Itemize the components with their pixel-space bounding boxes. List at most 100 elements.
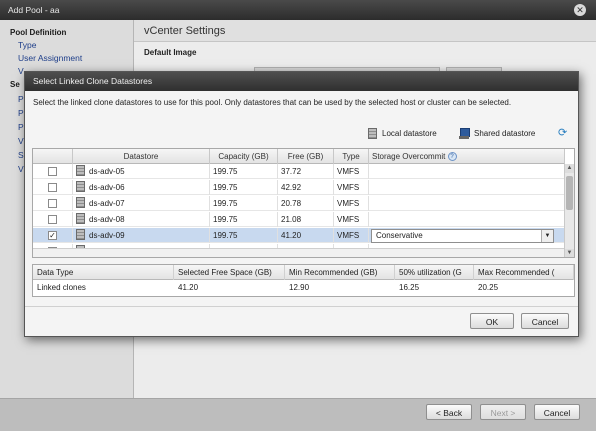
- datastore-name-cell: ds-adv-08: [73, 212, 210, 227]
- page-title: vCenter Settings: [134, 20, 596, 42]
- free-cell: 21.08: [278, 212, 334, 227]
- legend-shared: Shared datastore: [459, 128, 535, 140]
- free-cell: 42.92: [278, 180, 334, 195]
- chevron-down-icon[interactable]: ▼: [541, 230, 553, 242]
- scroll-down-icon[interactable]: ▼: [565, 249, 574, 257]
- header-select: [33, 149, 73, 164]
- datastore-name-cell: ds-adv-06: [73, 180, 210, 195]
- sidebar-item-p2[interactable]: P: [18, 108, 24, 118]
- table-row[interactable]: ds-adv-05 199.75 37.72 VMFS: [33, 164, 565, 179]
- wizard-footer: < Back Next > Cancel: [0, 398, 596, 431]
- sidebar-item-v2[interactable]: V: [18, 164, 24, 174]
- datastore-checkbox[interactable]: [48, 215, 57, 224]
- datastore-name-cell: ds-adv-05: [73, 164, 210, 179]
- scroll-up-icon[interactable]: ▲: [565, 164, 574, 173]
- header-free[interactable]: Free (GB): [278, 149, 334, 164]
- header-datastore[interactable]: Datastore: [73, 149, 210, 164]
- datastore-name: ds-adv-06: [89, 183, 125, 192]
- local-datastore-icon: [368, 128, 377, 140]
- summary-data-type: Linked clones: [37, 283, 86, 292]
- free-cell: 20.78: [278, 196, 334, 211]
- legend-local-label: Local datastore: [382, 129, 437, 138]
- section-heading: Default Image: [144, 48, 197, 57]
- local-datastore-icon: [76, 213, 85, 224]
- summary-header-data-type: Data Type: [33, 265, 174, 280]
- back-button[interactable]: < Back: [426, 404, 472, 420]
- horizontal-scrollbar[interactable]: [33, 248, 565, 257]
- summary-selected-free: 41.20: [178, 283, 199, 292]
- legend-local: Local datastore: [368, 128, 437, 140]
- scroll-thumb[interactable]: [566, 176, 573, 210]
- next-button[interactable]: Next >: [480, 404, 526, 420]
- datastore-checkbox[interactable]: [48, 167, 57, 176]
- type-cell: VMFS: [334, 212, 369, 227]
- capacity-cell: 199.75: [210, 212, 278, 227]
- storage-overcommit-cell: [369, 196, 565, 211]
- select-cell: [33, 180, 73, 195]
- sidebar-item-p3[interactable]: P: [18, 122, 24, 132]
- datastore-name-cell: ds-adv-07: [73, 196, 210, 211]
- vertical-scrollbar[interactable]: ▲ ▼: [564, 164, 574, 257]
- datastore-checkbox[interactable]: [48, 183, 57, 192]
- select-cell: [33, 164, 73, 179]
- refresh-button[interactable]: ⟳: [558, 128, 569, 140]
- sidebar-heading-settings: Se: [10, 80, 20, 89]
- table-row[interactable]: ds-adv-08 199.75 21.08 VMFS: [33, 212, 565, 227]
- header-storage-overcommit-label: Storage Overcommit: [372, 152, 446, 161]
- summary-max: 20.25: [478, 283, 499, 292]
- local-datastore-icon: [76, 197, 85, 208]
- datastore-checkbox[interactable]: ✓: [48, 231, 57, 240]
- help-icon[interactable]: ?: [447, 152, 457, 162]
- summary-header: Data Type Selected Free Space (GB) Min R…: [33, 265, 574, 280]
- storage-overcommit-select[interactable]: Conservative ▼: [371, 229, 554, 243]
- type-cell: VMFS: [334, 164, 369, 179]
- table-row[interactable]: ds-adv-06 199.75 42.92 VMFS: [33, 180, 565, 195]
- summary-header-min: Min Recommended (GB): [285, 265, 395, 280]
- local-datastore-icon: [76, 181, 85, 192]
- storage-overcommit-cell: [369, 212, 565, 227]
- datastore-table: Datastore Capacity (GB) Free (GB) Type S…: [32, 148, 575, 258]
- dialog-description: Select the linked clone datastores to us…: [33, 98, 512, 107]
- storage-overcommit-cell: [369, 180, 565, 195]
- sidebar-item-v1[interactable]: V: [18, 136, 24, 146]
- datastore-name-cell: ds-adv-09: [73, 228, 210, 243]
- wizard-cancel-button[interactable]: Cancel: [534, 404, 580, 420]
- legend-shared-label: Shared datastore: [474, 129, 536, 138]
- select-cell: [33, 212, 73, 227]
- dialog-cancel-button[interactable]: Cancel: [521, 313, 569, 329]
- storage-overcommit-cell: Conservative ▼: [369, 228, 565, 243]
- summary-row: Linked clones 41.20 12.90 16.25 20.25: [33, 280, 574, 296]
- close-icon[interactable]: ✕: [574, 4, 586, 16]
- datastore-name: ds-adv-08: [89, 215, 125, 224]
- summary-min: 12.90: [289, 283, 310, 292]
- free-cell: 37.72: [278, 164, 334, 179]
- sidebar-item-user-assignment[interactable]: User Assignment: [18, 53, 82, 63]
- table-row[interactable]: ds-adv-07 199.75 20.78 VMFS: [33, 196, 565, 211]
- table-row[interactable]: ✓ ds-adv-09 199.75 41.20 VMFS Conservative ▼: [33, 228, 565, 243]
- dialog-title: Select Linked Clone Datastores: [25, 72, 578, 91]
- storage-overcommit-cell: [369, 164, 565, 179]
- header-storage-overcommit[interactable]: Storage Overcommit ?: [369, 149, 565, 164]
- sidebar-item-partial[interactable]: V: [18, 66, 24, 76]
- capacity-cell: 199.75: [210, 164, 278, 179]
- ok-button[interactable]: OK: [470, 313, 514, 329]
- datastore-name: ds-adv-09: [89, 231, 125, 240]
- table-header: Datastore Capacity (GB) Free (GB) Type S…: [33, 149, 565, 164]
- capacity-cell: 199.75: [210, 196, 278, 211]
- sidebar-item-p1[interactable]: P: [18, 94, 24, 104]
- select-cell: ✓: [33, 228, 73, 243]
- summary-header-max: Max Recommended (: [474, 265, 574, 280]
- header-capacity[interactable]: Capacity (GB): [210, 149, 278, 164]
- datastore-checkbox[interactable]: [48, 199, 57, 208]
- select-cell: [33, 196, 73, 211]
- summary-table: Data Type Selected Free Space (GB) Min R…: [32, 264, 575, 297]
- refresh-icon[interactable]: ⟳: [558, 128, 569, 139]
- sidebar-item-type[interactable]: Type: [18, 40, 36, 50]
- capacity-cell: 199.75: [210, 180, 278, 195]
- free-cell: 41.20: [278, 228, 334, 243]
- header-type[interactable]: Type: [334, 149, 369, 164]
- summary-50: 16.25: [399, 283, 420, 292]
- sidebar-item-s1[interactable]: S: [18, 150, 24, 160]
- sidebar-heading-pool-definition: Pool Definition: [10, 28, 67, 37]
- datastore-name: ds-adv-07: [89, 199, 125, 208]
